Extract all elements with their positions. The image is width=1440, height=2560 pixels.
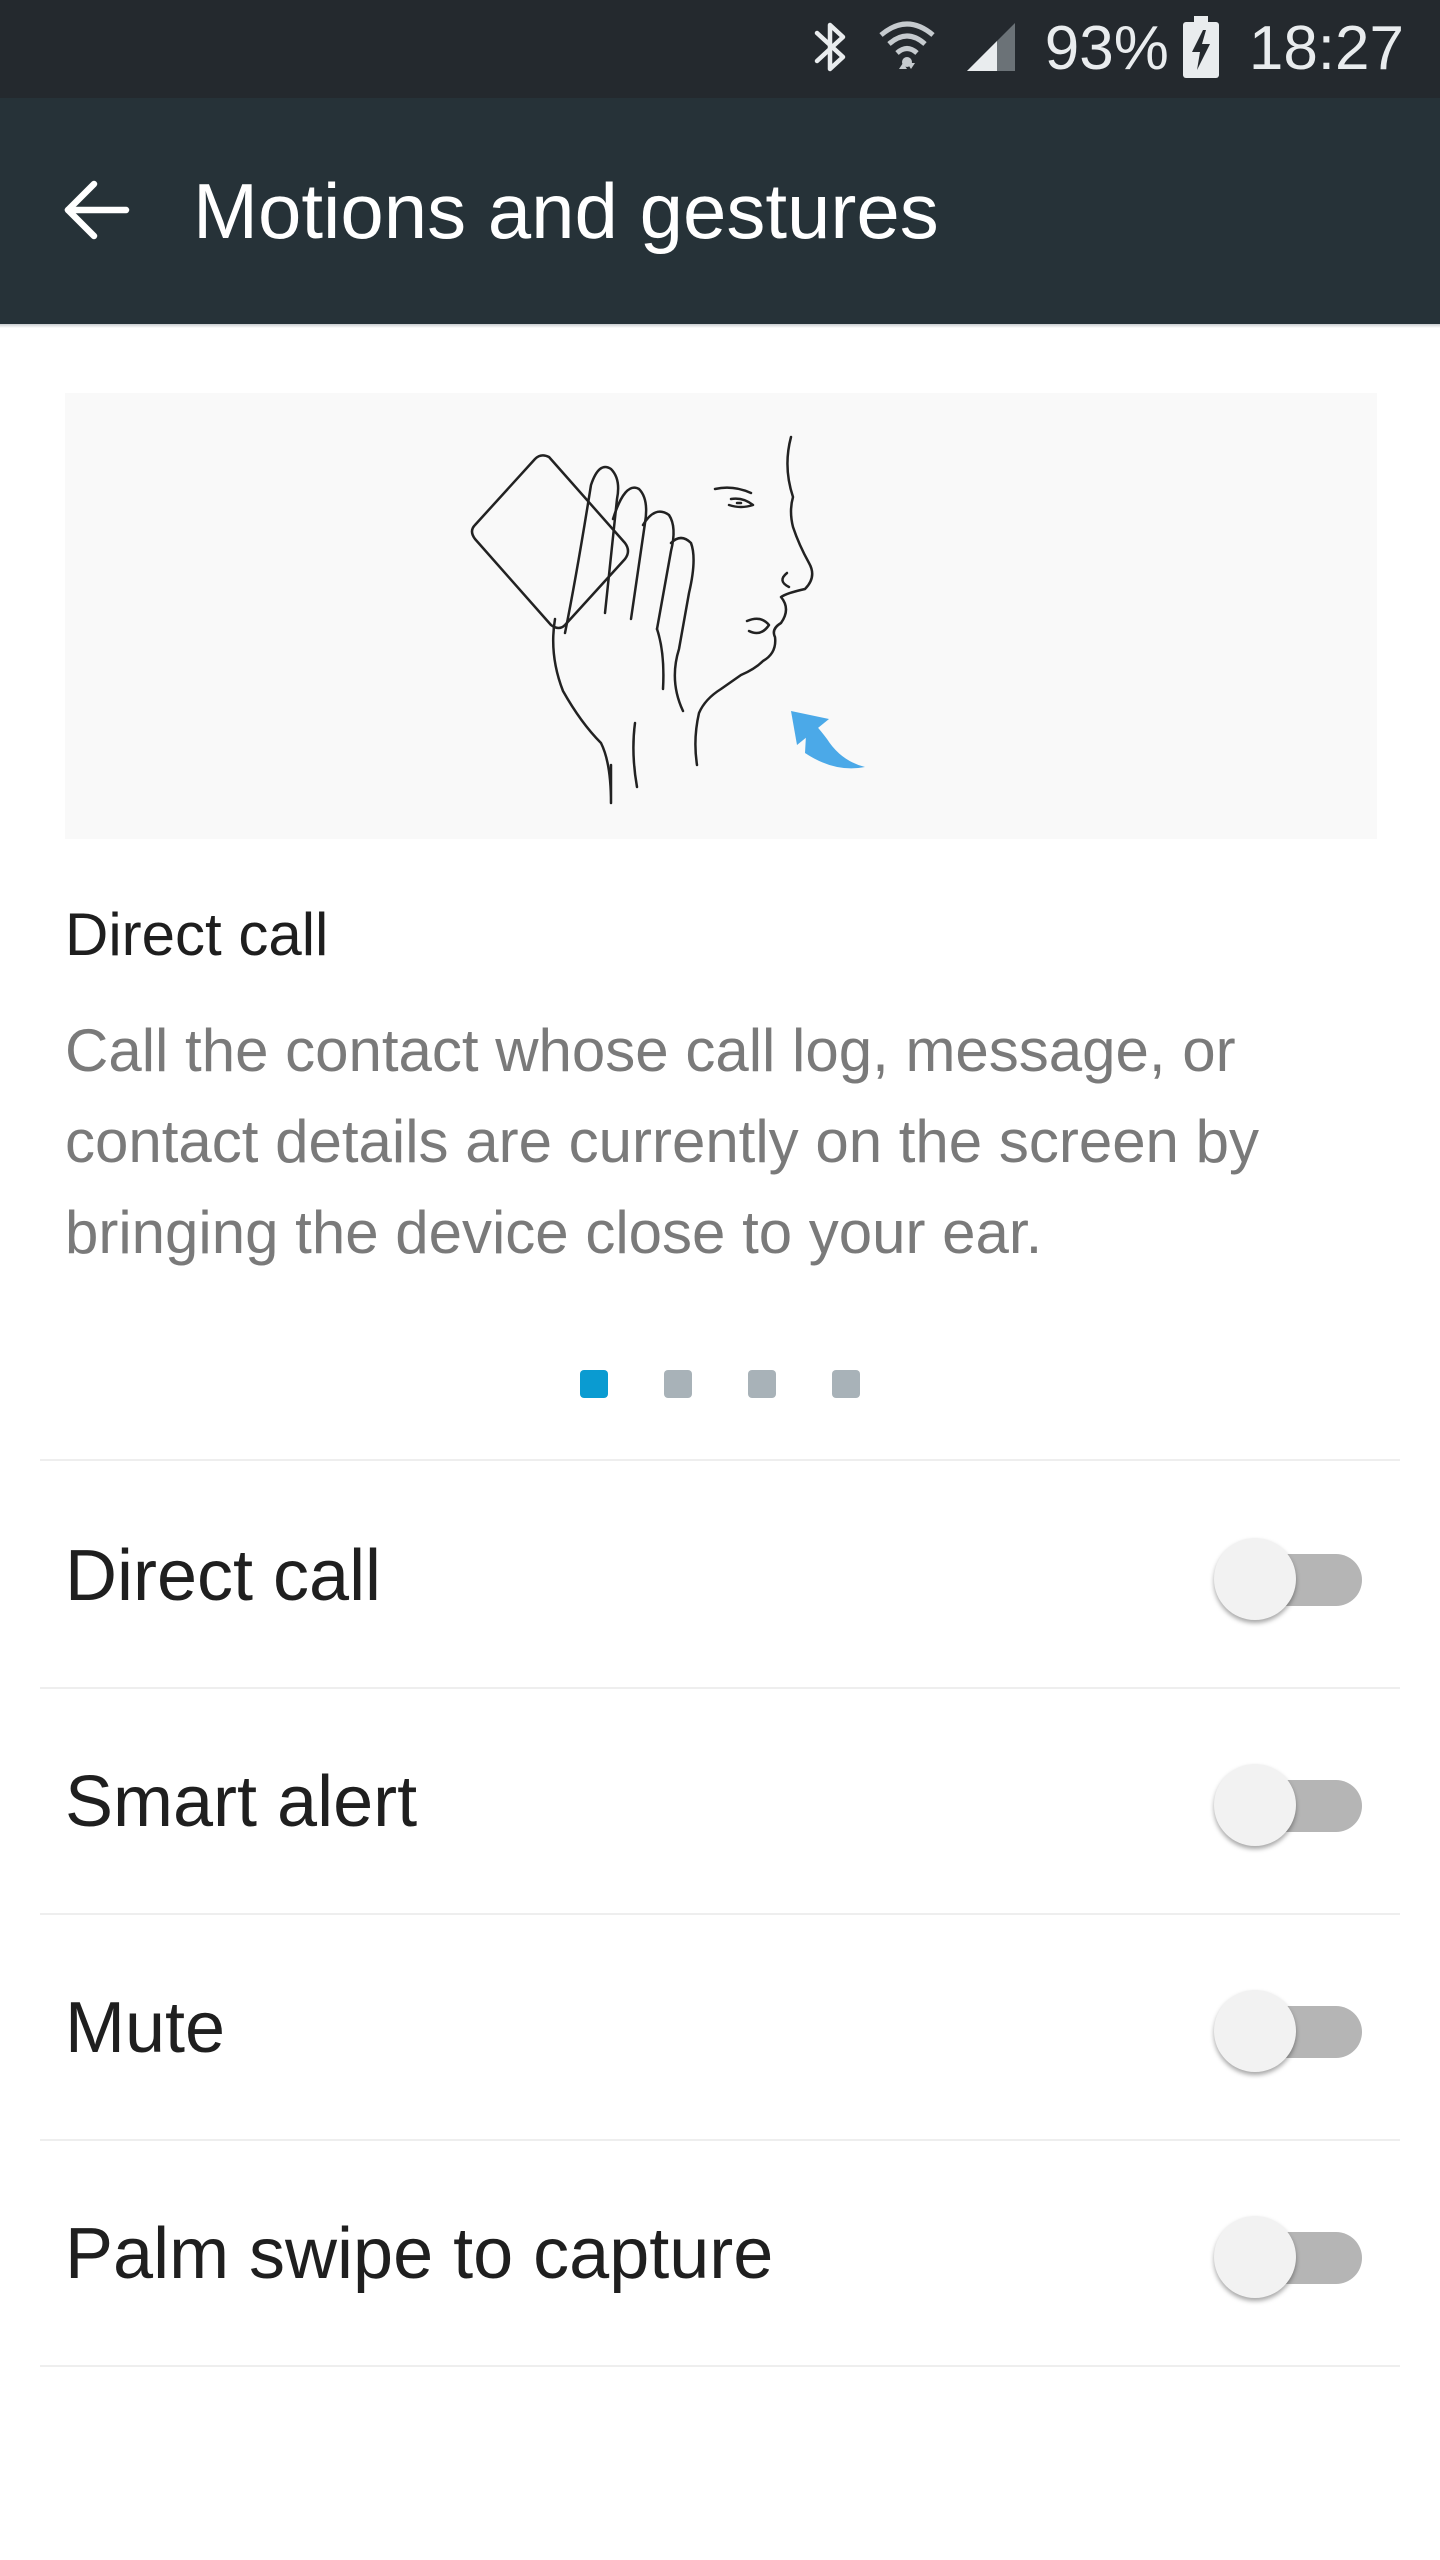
app-bar-shadow (0, 324, 1440, 328)
switch-thumb (1214, 1764, 1296, 1846)
feature-title: Direct call (65, 901, 329, 968)
setting-label: Direct call (65, 1536, 382, 1616)
divider (40, 1913, 1400, 1915)
page-indicator (0, 1370, 1440, 1398)
direct-call-switch[interactable] (1214, 1530, 1370, 1620)
wifi-icon (877, 17, 937, 81)
page-dot-4[interactable] (832, 1370, 860, 1398)
status-icons: 93% 18:27 (811, 0, 1404, 98)
divider (40, 2139, 1400, 2141)
setting-label: Mute (65, 1988, 226, 2068)
switch-thumb (1214, 2216, 1296, 2298)
signal-icon (963, 19, 1019, 79)
battery-percent: 93% (1044, 14, 1169, 83)
back-button[interactable] (40, 154, 152, 266)
direct-call-illustration (65, 393, 1377, 839)
feature-description: Call the contact whose call log, message… (65, 1017, 1259, 1266)
switch-thumb (1214, 1538, 1296, 1620)
palm-swipe-switch[interactable] (1214, 2208, 1370, 2298)
page-title: Motions and gestures (193, 167, 939, 255)
setting-row-direct-call[interactable]: Direct call (40, 1464, 1400, 1688)
app-bar: Motions and gestures (0, 98, 1440, 324)
switch-thumb (1214, 1990, 1296, 2072)
battery-charging-icon (1182, 16, 1219, 82)
smart-alert-switch[interactable] (1214, 1756, 1370, 1846)
setting-row-smart-alert[interactable]: Smart alert (40, 1690, 1400, 1914)
status-bar: 93% 18:27 (0, 0, 1440, 98)
page-dot-2[interactable] (664, 1370, 692, 1398)
mute-switch[interactable] (1214, 1982, 1370, 2072)
status-time: 18:27 (1248, 14, 1404, 83)
page-dot-3[interactable] (748, 1370, 776, 1398)
setting-label: Smart alert (65, 1762, 418, 1842)
page-dot-1[interactable] (580, 1370, 608, 1398)
setting-label: Palm swipe to capture (65, 2214, 774, 2294)
back-arrow-icon (64, 180, 130, 240)
divider (40, 1459, 1400, 1461)
setting-row-mute[interactable]: Mute (40, 1916, 1400, 2140)
divider (40, 1687, 1400, 1689)
divider (40, 2365, 1400, 2367)
setting-row-palm-swipe[interactable]: Palm swipe to capture (40, 2142, 1400, 2366)
bluetooth-icon (811, 19, 851, 79)
